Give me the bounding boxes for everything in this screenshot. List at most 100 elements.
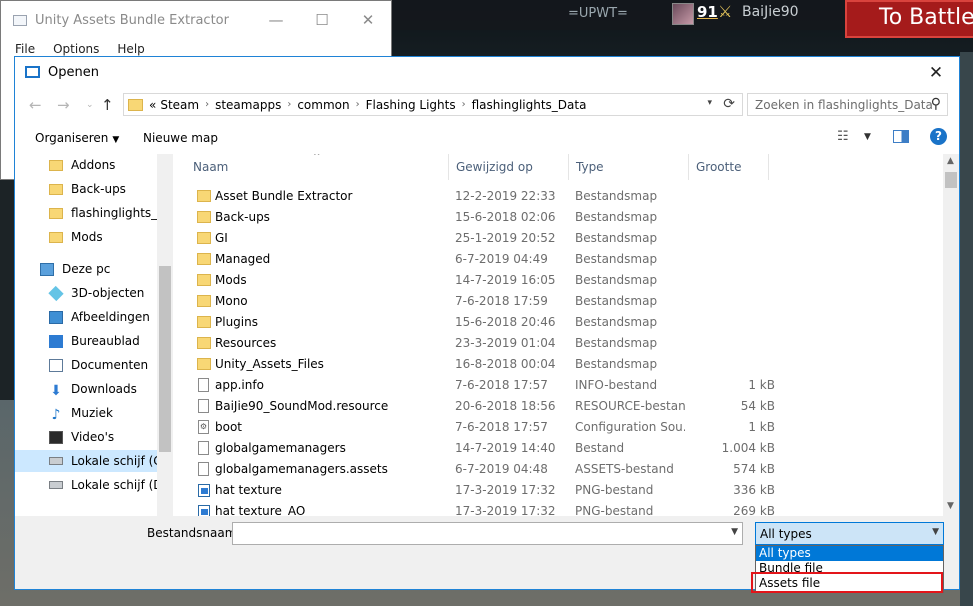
nav-item-label: Downloads [71,382,137,396]
column-header-date[interactable]: Gewijzigd op [449,154,569,180]
nav-item-back-ups[interactable]: Back-ups [15,178,157,200]
column-header-type[interactable]: Type [569,154,689,180]
file-size: 336 kB [733,483,775,497]
file-row[interactable]: GI 25-1-2019 20:52 Bestandsmap [173,228,773,249]
file-row[interactable]: app.info 7-6-2018 17:57 INFO-bestand 1 kB [173,375,775,396]
file-name: hat texture_AO [215,504,306,516]
nav-item-videos[interactable]: Video's [15,426,157,448]
organise-button[interactable]: Organiseren ▼ [35,131,119,145]
nav-item-pictures[interactable]: Afbeeldingen [15,306,157,328]
close-icon[interactable]: ✕ [345,1,391,39]
dialog-title-bar[interactable]: Openen [15,57,959,88]
file-row[interactable]: Plugins 15-6-2018 20:46 Bestandsmap [173,312,773,333]
address-row: ← → ⌄ ↑ « Steam › steamapps › common › F… [15,90,959,120]
folder-icon [197,190,211,202]
file-row[interactable]: Managed 6-7-2019 04:49 Bestandsmap [173,249,773,270]
file-row[interactable]: Unity_Assets_Files 16-8-2018 00:04 Bestand… [173,354,773,375]
image-file-icon [198,484,210,497]
nav-item-downloads[interactable]: ⬇ Downloads [15,378,157,400]
file-type-option-all[interactable]: All types [756,546,943,561]
menu-options[interactable]: Options [53,42,99,56]
up-arrow-icon[interactable]: ↑ [101,96,114,114]
nav-item-mods[interactable]: Mods [15,226,157,248]
minimize-icon[interactable]: — [253,1,299,39]
file-row[interactable]: Mods 14-7-2019 16:05 Bestandsmap [173,270,773,291]
column-header-name[interactable]: Naam ^ [173,154,449,180]
view-details-icon[interactable]: ☷ [837,129,849,144]
nav-item-label: Back-ups [71,182,126,196]
breadcrumb-steamapps[interactable]: steamapps [215,98,281,112]
file-type: PNG-bestand [575,504,654,516]
breadcrumb-overflow[interactable]: « [149,98,156,112]
chevron-right-icon[interactable]: › [356,99,360,110]
breadcrumb-common[interactable]: common [297,98,349,112]
back-arrow-icon[interactable]: ← [29,96,42,114]
breadcrumb-flashinglights-data[interactable]: flashinglights_Data [472,98,587,112]
scroll-up-icon[interactable]: ▲ [947,156,954,166]
pictures-icon [49,310,63,324]
file-row[interactable]: Asset Bundle Extractor 12-2-2019 22:33 Bes… [173,186,773,207]
menu-file[interactable]: File [15,42,35,56]
address-bar[interactable]: « Steam › steamapps › common › Flashing … [123,93,743,116]
file-type: Configuration Sou... [575,420,685,434]
file-row[interactable]: Mono 7-6-2018 17:59 Bestandsmap [173,291,773,312]
file-row[interactable]: hat texture 17-3-2019 17:32 PNG-bestand 336… [173,480,775,501]
to-battle-button[interactable]: To Battle [845,0,973,38]
nav-item-label: Muziek [71,406,113,420]
file-row[interactable]: Resources 23-3-2019 01:04 Bestandsmap [173,333,773,354]
preview-pane-icon[interactable] [893,130,909,143]
file-row[interactable]: BaiJie90_SoundMod.resource 20-6-2018 18:5… [173,396,775,417]
column-header-size[interactable]: Grootte [689,154,769,180]
annotation-highlight-box [751,572,943,593]
new-folder-button[interactable]: Nieuwe map [143,131,218,145]
nav-item-3d-objects[interactable]: 3D-objecten [15,282,157,304]
nav-item-drive-d[interactable]: Lokale schijf (D:) [15,474,157,496]
chevron-down-icon[interactable]: ▾ [707,98,712,108]
file-list-scrollbar-thumb[interactable] [945,172,957,188]
file-icon [198,399,209,413]
file-row[interactable]: Back-ups 15-6-2018 02:06 Bestandsmap [173,207,773,228]
nav-item-desktop[interactable]: Bureaublad [15,330,157,352]
chevron-right-icon[interactable]: › [205,99,209,110]
nav-scrollbar-thumb[interactable] [159,266,171,452]
file-row[interactable]: globalgamemanagers 14-7-2019 14:40 Bestand… [173,438,775,459]
chevron-down-icon[interactable]: ▼ [731,527,738,537]
crossed-swords-icon: ⚔ [718,2,733,21]
file-type-select[interactable]: All types ▼ [755,522,944,545]
folder-icon [128,98,143,111]
close-icon[interactable]: ✕ [913,57,959,88]
nav-item-addons[interactable]: Addons [15,154,157,176]
file-date: 14-7-2019 16:05 [455,273,556,287]
filename-input[interactable]: ▼ [232,522,743,545]
chevron-down-icon[interactable]: ▼ [864,132,871,142]
scroll-down-icon[interactable]: ▼ [947,501,954,511]
file-row[interactable]: hat texture_AO 17-3-2019 17:32 PNG-bestand… [173,501,775,516]
nav-item-flashinglights-data[interactable]: flashinglights_Data [15,202,157,224]
help-icon[interactable]: ? [930,128,947,145]
file-list-scrollbar[interactable]: ▲ ▼ [943,154,959,516]
file-type: Bestandsmap [575,336,658,350]
menu-help[interactable]: Help [117,42,144,56]
nav-item-this-pc[interactable]: Deze pc [15,258,157,280]
nav-item-label: flashinglights_Data [71,206,157,220]
breadcrumb-flashing-lights[interactable]: Flashing Lights [366,98,456,112]
chevron-right-icon[interactable]: › [287,99,291,110]
hud-clan-tag: =UPWT= [568,6,628,21]
nav-item-documents[interactable]: Documenten [15,354,157,376]
nav-item-label: Addons [71,158,116,172]
breadcrumb-steam[interactable]: Steam [160,98,199,112]
nav-item-music[interactable]: ♪ Muziek [15,402,157,424]
search-input[interactable]: Zoeken in flashinglights_Data ⚲ [747,93,948,116]
search-icon[interactable]: ⚲ [931,96,941,112]
forward-arrow-icon[interactable]: → [57,96,70,114]
chevron-right-icon[interactable]: › [462,99,466,110]
maximize-icon[interactable]: ☐ [299,1,345,39]
file-row[interactable]: globalgamemanagers.assets 6-7-2019 04:48 A… [173,459,775,480]
nav-item-drive-c[interactable]: Lokale schijf (C:) [15,450,157,472]
file-name: GI [215,231,228,245]
file-row[interactable]: ⚙ boot 7-6-2018 17:57 Configuration Sou... 1… [173,417,775,438]
recent-dropdown-icon[interactable]: ⌄ [86,100,94,110]
nav-item-label: Deze pc [62,262,111,276]
nav-scrollbar[interactable] [157,154,173,516]
refresh-icon[interactable]: ⟳ [723,96,735,112]
